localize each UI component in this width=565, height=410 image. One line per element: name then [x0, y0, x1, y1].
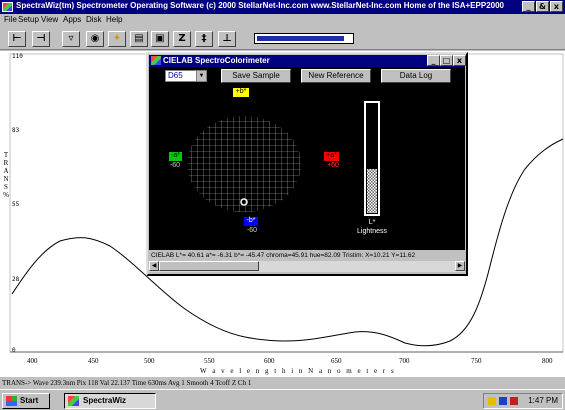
y-tick-0: 0 [12, 347, 16, 354]
x-tick-700: 700 [399, 357, 410, 365]
lightness-axis-label: L* [368, 219, 376, 226]
scroll-thumb[interactable] [159, 261, 259, 271]
minus-b-label: -b* [244, 217, 258, 226]
menu-apps[interactable]: Apps [63, 15, 81, 24]
cielab-minimize-button[interactable]: _ [427, 55, 440, 66]
plus-b-label: +b* [233, 88, 249, 97]
spectrawiz-app-icon[interactable] [2, 2, 13, 12]
x-tick-800: 800 [542, 357, 553, 365]
x-tick-650: 650 [331, 357, 342, 365]
start-button[interactable]: Start [2, 393, 50, 409]
cielab-title-bar[interactable]: CIELAB SpectroColorimeter _ □ x [149, 55, 466, 67]
app-title-bar[interactable]: SpectraWiz(tm) Spectrometer Operating So… [0, 0, 565, 14]
x-tick-450: 450 [88, 357, 99, 365]
x-tick-400: 400 [27, 357, 38, 365]
ab-chart-svg [187, 101, 380, 216]
x-axis-title: W a v e l e n g t h i n N a n o m e t e … [200, 367, 396, 375]
cielab-maximize-button[interactable]: □ [440, 55, 453, 66]
menu-setup[interactable]: Setup [18, 15, 39, 24]
lightness-fill [367, 169, 377, 213]
right-bracket-icon[interactable]: ⊣ [32, 31, 50, 47]
menu-help[interactable]: Help [106, 15, 122, 24]
x-tick-500: 500 [144, 357, 155, 365]
cielab-title: CIELAB SpectroColorimeter [163, 56, 270, 65]
speaker-icon[interactable] [488, 397, 496, 405]
target-icon[interactable]: ◉ [86, 31, 104, 47]
system-tray: 1:47 PM [483, 393, 563, 409]
chart-icon[interactable]: ⊥ [218, 31, 236, 47]
status-bar: TRANS-> Wave 239.3nm Pix 118 Val 22.137 … [0, 377, 565, 389]
menu-view[interactable]: View [41, 15, 58, 24]
cielab-close-button[interactable]: x [453, 55, 466, 66]
menu-file[interactable]: File [4, 15, 17, 24]
app-title: SpectraWiz(tm) Spectrometer Operating So… [16, 1, 504, 10]
cielab-app-icon[interactable] [151, 56, 161, 65]
task-label: SpectraWiz [83, 396, 127, 405]
clock: 1:47 PM [528, 396, 558, 405]
zero-icon[interactable]: Z [173, 31, 191, 47]
windows-logo-icon [6, 396, 17, 406]
disk-icon[interactable]: ▣ [151, 31, 169, 47]
bulb-icon[interactable]: ✦ [108, 31, 126, 47]
minimize-button[interactable]: _ [522, 1, 535, 12]
y-tick-110: 110 [12, 53, 23, 60]
task-spectrawiz[interactable]: SpectraWiz [64, 393, 156, 409]
right-value: +60 [327, 162, 339, 169]
scroll-right-icon[interactable]: ▶ [455, 261, 465, 271]
keyboard-icon[interactable] [510, 397, 518, 405]
x-tick-550: 550 [204, 357, 215, 365]
ab-grid [187, 116, 301, 212]
progress-bar [254, 33, 354, 44]
spectrawiz-task-icon [68, 396, 79, 406]
printer-icon[interactable]: ▤ [130, 31, 148, 47]
left-bracket-icon[interactable]: ⊢ [8, 31, 26, 47]
progress-fill [257, 36, 344, 41]
menu-bar: File Setup View Apps Disk Help [0, 14, 565, 27]
network-icon[interactable] [499, 397, 507, 405]
filter-icon[interactable]: ▿ [62, 31, 80, 47]
bottom-value: -60 [246, 227, 258, 234]
menu-disk[interactable]: Disk [86, 15, 102, 24]
align-icon[interactable]: ‡ [195, 31, 213, 47]
x-tick-600: 600 [264, 357, 275, 365]
plus-a-label: +a* [324, 152, 339, 161]
lightness-label: Lightness [357, 228, 387, 235]
scroll-left-icon[interactable]: ◀ [149, 261, 159, 271]
y-tick-55: 55 [12, 201, 20, 208]
y-tick-83: 83 [12, 127, 20, 134]
y-axis-title: T R A N S % [3, 151, 9, 199]
left-value: -60 [169, 162, 181, 169]
taskbar: Start SpectraWiz 1:47 PM [0, 389, 565, 410]
toolbar: ⊢ ⊣ ▿ ◉ ✦ ▤ ▣ Z ‡ ⊥ [0, 27, 565, 50]
cielab-window: CIELAB SpectroColorimeter _ □ x D65 ▼ Sa… [146, 52, 468, 276]
minus-a-label: -a* [169, 152, 182, 161]
cielab-body: D65 ▼ Save Sample New Reference Data Log… [149, 67, 465, 250]
start-label: Start [20, 396, 39, 405]
restore-button[interactable]: & [536, 1, 549, 12]
cielab-status: CIELAB L*= 40.61 a*= -6.31 b*= -45.47 ch… [149, 250, 465, 261]
y-tick-28: 28 [12, 276, 20, 283]
x-tick-750: 750 [471, 357, 482, 365]
close-button[interactable]: x [550, 1, 563, 12]
horizontal-scrollbar[interactable]: ◀ ▶ [149, 261, 465, 272]
